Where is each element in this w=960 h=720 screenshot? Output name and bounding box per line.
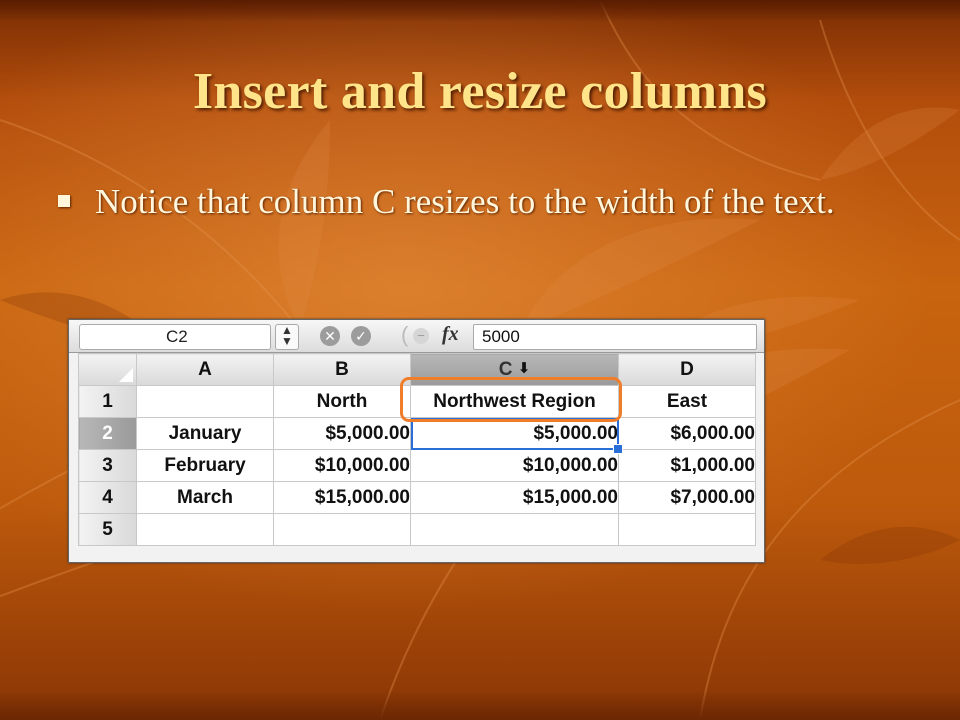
cell-a4[interactable]: March (136, 481, 274, 514)
cell-b3[interactable]: $10,000.00 (273, 449, 411, 482)
row-header-1[interactable]: 1 (78, 385, 137, 418)
formula-bar: C2 ▲ ▼ ✕ ✓ ( − fx 5000 (69, 320, 764, 353)
spreadsheet-screenshot: C2 ▲ ▼ ✕ ✓ ( − fx 5000 A B C ⬇ D 1 North … (68, 319, 765, 563)
confirm-icon[interactable]: ✓ (351, 326, 371, 346)
cell-c5[interactable] (410, 513, 619, 546)
slide-title: Insert and resize columns (192, 63, 768, 120)
cell-a1[interactable] (136, 385, 274, 418)
select-all-icon[interactable] (78, 353, 137, 386)
row-header-5[interactable]: 5 (78, 513, 137, 546)
row-header-4[interactable]: 4 (78, 481, 137, 514)
fill-handle-icon[interactable] (613, 444, 623, 454)
stepper-icon[interactable]: ▲ ▼ (275, 324, 299, 350)
cell-c3[interactable]: $10,000.00 (410, 449, 619, 482)
highlight-outline (400, 377, 622, 422)
row-header-2[interactable]: 2 (78, 417, 137, 450)
cell-b1[interactable]: North (273, 385, 411, 418)
cell-c2-selected[interactable]: $5,000.00 (410, 417, 623, 454)
row-header-3[interactable]: 3 (78, 449, 137, 482)
formula-input[interactable]: 5000 (473, 324, 757, 350)
cell-d5[interactable] (618, 513, 756, 546)
cell-b2[interactable]: $5,000.00 (273, 417, 411, 450)
cell-c2-value: $5,000.00 (533, 422, 618, 444)
fx-icon[interactable]: fx (442, 323, 459, 346)
name-box[interactable]: C2 (79, 324, 271, 350)
bullet-item: Notice that column C resizes to the widt… (58, 180, 898, 224)
minus-icon: − (413, 328, 429, 344)
bullet-text: Notice that column C resizes to the widt… (95, 182, 835, 221)
cell-d3[interactable]: $1,000.00 (618, 449, 756, 482)
cell-a5[interactable] (136, 513, 274, 546)
paren-icon: ( (401, 322, 409, 347)
cancel-icon[interactable]: ✕ (320, 326, 340, 346)
bullet-square-icon (58, 195, 70, 207)
cell-d1[interactable]: East (618, 385, 756, 418)
cell-b4[interactable]: $15,000.00 (273, 481, 411, 514)
resize-arrow-icon: ⬇ (517, 359, 531, 377)
cell-a3[interactable]: February (136, 449, 274, 482)
column-header-a[interactable]: A (136, 353, 274, 386)
cell-b5[interactable] (273, 513, 411, 546)
cell-d2[interactable]: $6,000.00 (618, 417, 756, 450)
cell-c4[interactable]: $15,000.00 (410, 481, 619, 514)
cell-a2[interactable]: January (136, 417, 274, 450)
top-shade (0, 0, 960, 22)
cell-d4[interactable]: $7,000.00 (618, 481, 756, 514)
column-header-b[interactable]: B (273, 353, 411, 386)
column-header-d[interactable]: D (618, 353, 756, 386)
bottom-shade (0, 690, 960, 720)
